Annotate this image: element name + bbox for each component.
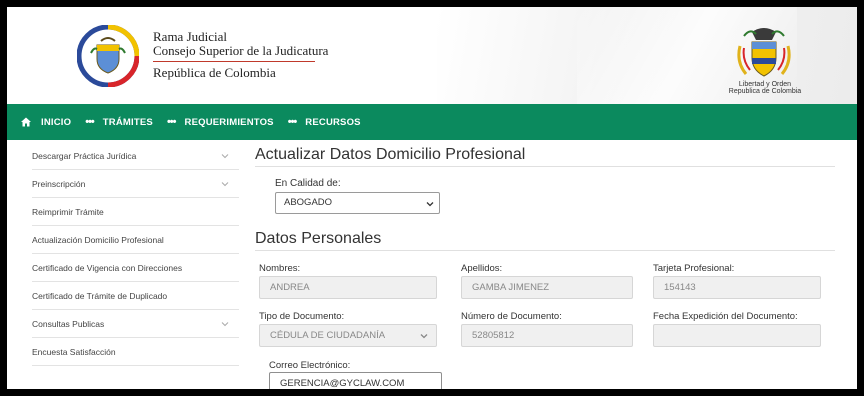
chevron-down-icon [221,153,229,158]
nav-label-inicio: INICIO [41,116,72,128]
dots-icon: ••• [287,116,298,128]
tarjeta-value: 154143 [664,282,696,293]
national-motto: Libertad y Orden Republica de Colombia [707,81,823,95]
dots-icon: ••• [166,116,177,128]
sidebar-item-label: Descargar Práctica Jurídica [32,150,137,161]
tarjeta-field[interactable]: 154143 [653,276,821,299]
numero-documento-label: Número de Documento: [461,311,562,322]
numero-documento-value: 52805812 [472,330,515,341]
apellidos-label: Apellidos: [461,263,503,274]
home-icon [21,117,31,127]
sidebar-item-consultas-publicas[interactable]: Consultas Publicas [32,310,239,338]
tarjeta-label: Tarjeta Profesional: [653,263,735,274]
chevron-down-icon [221,181,229,186]
browser-viewport: Rama Judicial Consejo Superior de la Jud… [7,7,857,389]
apellidos-field[interactable]: GAMBA JIMENEZ [461,276,633,299]
nav-home[interactable]: INICIO [21,117,71,128]
nombres-field[interactable]: ANDREA [259,276,437,299]
rama-judicial-seal-icon [77,25,139,87]
sidebar-menu: Descargar Práctica Jurídica Preinscripci… [32,142,239,366]
correo-label: Correo Electrónico: [269,360,351,371]
sidebar-item-descargar-practica[interactable]: Descargar Práctica Jurídica [32,142,239,170]
page-title: Actualizar Datos Domicilio Profesional [255,146,835,167]
brand-line-3: República de Colombia [153,65,276,80]
site-header: Rama Judicial Consejo Superior de la Jud… [7,7,857,104]
role-select-value: ABOGADO [284,197,333,208]
chevron-down-icon [420,334,428,339]
motto-line-1: Libertad y Orden [738,81,792,88]
numero-documento-field[interactable]: 52805812 [461,324,633,347]
chevron-down-icon [426,202,434,207]
brand-line-2: Consejo Superior de la Judicatura [153,43,329,58]
nav-requerimientos[interactable]: ••• REQUERIMIENTOS [167,116,274,128]
main-navbar: INICIO ••• TRÁMITES ••• REQUERIMIENTOS •… [7,104,857,140]
sidebar-item-reimprimir-tramite[interactable]: Reimprimir Trámite [32,198,239,226]
dots-icon: ••• [85,116,95,128]
sidebar-item-encuesta-satisfaccion[interactable]: Encuesta Satisfacción [32,338,239,366]
nav-label-tramites: TRÁMITES [102,116,153,128]
sidebar-item-label: Actualización Domicilio Profesional [32,234,164,245]
nav-label-recursos: RECURSOS [305,116,361,128]
sidebar-item-preinscripcion[interactable]: Preinscripción [32,170,239,198]
nombres-value: ANDREA [270,282,310,293]
email-field[interactable]: GERENCIA@GYCLAW.COM [269,372,442,389]
role-select[interactable]: ABOGADO [275,192,440,214]
sidebar-item-label: Encuesta Satisfacción [32,346,116,357]
sidebar-item-label: Certificado de Trámite de Duplicado [32,290,168,301]
nav-tramites[interactable]: ••• TRÁMITES [85,116,153,128]
tipo-documento-value: CÉDULA DE CIUDADANÍA [270,330,386,341]
colombia-coat-of-arms-icon [737,28,791,77]
sidebar-item-label: Consultas Publicas [32,318,105,329]
role-label: En Calidad de: [275,178,341,189]
sidebar-item-label: Preinscripción [32,178,86,189]
email-value: GERENCIA@GYCLAW.COM [280,378,405,389]
sidebar-item-certificado-duplicado[interactable]: Certificado de Trámite de Duplicado [32,282,239,310]
motto-line-2: Republica de Colombia [728,88,802,95]
fecha-expedicion-field[interactable] [653,324,821,347]
tipo-documento-select[interactable]: CÉDULA DE CIUDADANÍA [259,324,437,347]
nav-label-requerimientos: REQUERIMIENTOS [184,116,274,128]
sidebar-item-label: Reimprimir Trámite [32,206,104,217]
nav-recursos[interactable]: ••• RECURSOS [288,116,361,128]
brand-divider [153,61,315,62]
nombres-label: Nombres: [259,263,301,274]
sidebar-item-certificado-vigencia[interactable]: Certificado de Vigencia con Direcciones [32,254,239,282]
chevron-down-icon [221,321,229,326]
brand-line-1: Rama Judicial [153,29,228,44]
apellidos-value: GAMBA JIMENEZ [472,282,550,293]
sidebar-item-label: Certificado de Vigencia con Direcciones [32,262,183,273]
section-title: Datos Personales [255,230,835,251]
tipo-documento-label: Tipo de Documento: [259,311,345,322]
brand-text: Rama Judicial Consejo Superior de la Jud… [153,30,328,80]
fecha-expedicion-label: Fecha Expedición del Documento: [653,311,798,322]
sidebar-item-actualizacion-domicilio[interactable]: Actualización Domicilio Profesional [32,226,239,254]
